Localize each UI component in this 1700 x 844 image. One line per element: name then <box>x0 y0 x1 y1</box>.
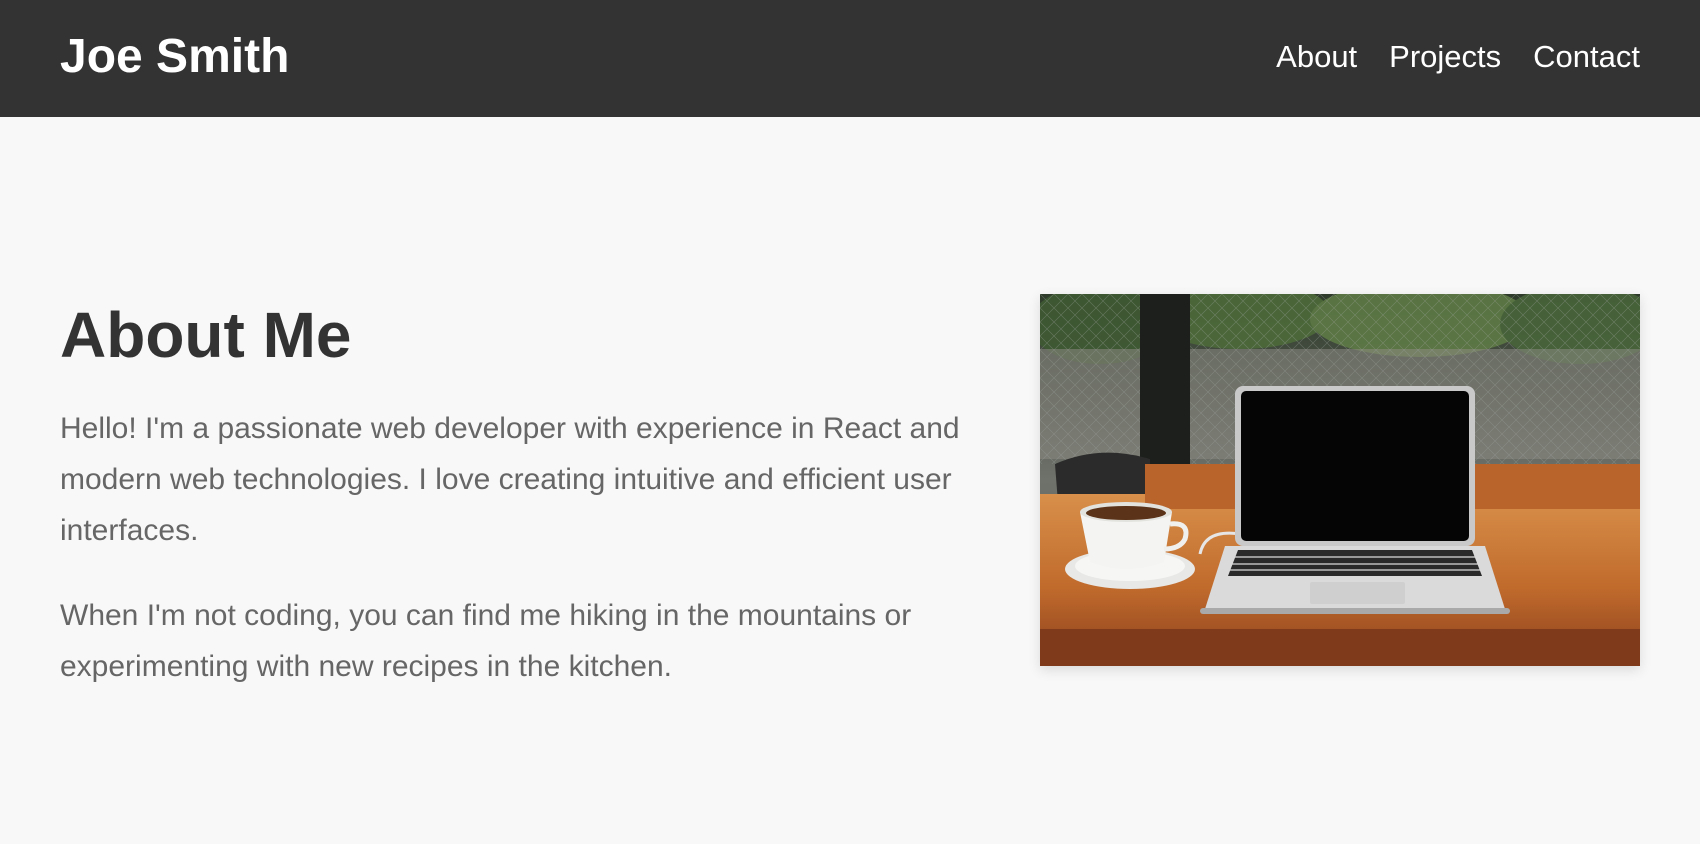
laptop-coffee-photo <box>1040 294 1640 666</box>
main-nav: About Projects Contact <box>1276 38 1640 76</box>
nav-about-link[interactable]: About <box>1276 38 1357 76</box>
site-header: Joe Smith About Projects Contact <box>0 0 1700 117</box>
nav-projects-link[interactable]: Projects <box>1389 38 1501 76</box>
nav-contact-link[interactable]: Contact <box>1533 38 1640 76</box>
about-paragraph-hobbies: When I'm not coding, you can find me hik… <box>60 599 912 683</box>
about-paragraph-intro: Hello! I'm a passionate web developer wi… <box>60 412 960 547</box>
about-heading: About Me <box>60 299 352 371</box>
brand-name[interactable]: Joe Smith <box>60 28 289 86</box>
